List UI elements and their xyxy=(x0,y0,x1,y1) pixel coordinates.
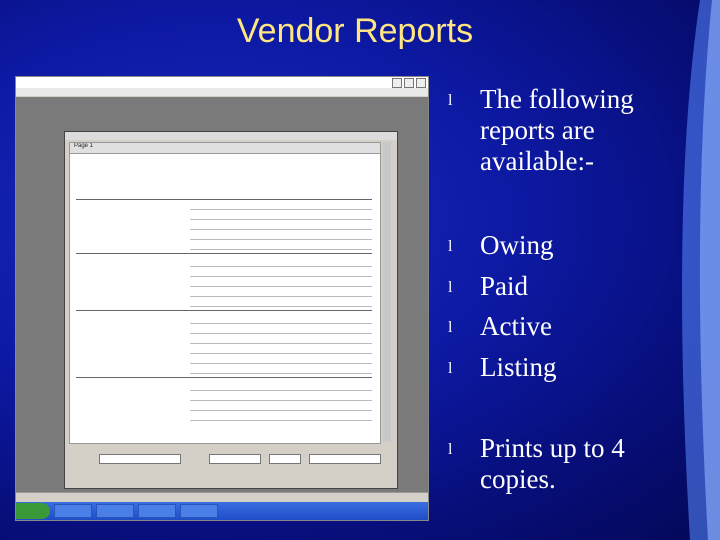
close-icon xyxy=(416,77,426,88)
report-controls xyxy=(69,444,391,484)
bullet-icon: l xyxy=(448,279,453,296)
taskbar-item[interactable] xyxy=(138,504,176,518)
table-row xyxy=(190,240,372,250)
page-indicator: Page 1 xyxy=(70,143,380,154)
bullet-text: Active xyxy=(480,311,552,341)
table-row xyxy=(190,287,372,297)
table-row xyxy=(190,200,372,210)
report-table-header xyxy=(76,191,372,200)
status-bar xyxy=(16,492,428,502)
table-row xyxy=(190,411,372,421)
bullet-icon: l xyxy=(448,360,453,377)
app-workspace: Page 1 xyxy=(16,97,428,492)
group-separator xyxy=(76,253,372,254)
table-row xyxy=(190,364,372,374)
bullet-item: l Prints up to 4 copies. xyxy=(448,433,698,495)
report-group-3 xyxy=(76,314,372,374)
group-separator xyxy=(76,310,372,311)
vendor-select[interactable] xyxy=(99,454,181,464)
taskbar xyxy=(16,502,428,520)
bullet-item: l The following reports are available:- xyxy=(448,84,698,177)
bullet-item: l Paid xyxy=(448,271,528,302)
vendor-report-screenshot: Page 1 xyxy=(15,76,429,521)
maximize-icon xyxy=(404,77,414,88)
report-page: Page 1 xyxy=(69,142,381,444)
report-table xyxy=(76,191,372,421)
bullet-item: l Active xyxy=(448,311,552,342)
table-row xyxy=(190,401,372,411)
table-row xyxy=(190,267,372,277)
bullet-icon: l xyxy=(448,441,453,458)
table-row xyxy=(190,354,372,364)
table-row xyxy=(190,297,372,307)
report-group-4 xyxy=(76,381,372,421)
bullet-text: Owing xyxy=(480,230,554,260)
table-row xyxy=(190,210,372,220)
bullet-icon: l xyxy=(448,238,453,255)
bullet-text: Listing xyxy=(480,352,557,382)
taskbar-item[interactable] xyxy=(54,504,92,518)
taskbar-item[interactable] xyxy=(96,504,134,518)
report-group-2 xyxy=(76,257,372,307)
table-row xyxy=(190,257,372,267)
start-button[interactable] xyxy=(16,503,50,519)
table-row xyxy=(190,334,372,344)
menu-bar xyxy=(16,88,428,96)
bullet-item: l Owing xyxy=(448,230,554,261)
group-separator xyxy=(76,377,372,378)
range-slider[interactable] xyxy=(209,454,261,464)
bullet-text: Prints up to 4 copies. xyxy=(480,433,625,494)
table-row xyxy=(190,381,372,391)
table-row xyxy=(190,324,372,334)
window-buttons xyxy=(392,77,426,88)
report-scrollbar[interactable] xyxy=(383,142,391,442)
report-header-lines xyxy=(70,160,380,167)
copies-field[interactable] xyxy=(269,454,301,464)
bullet-text: The following reports are available:- xyxy=(480,84,634,176)
slide-title: Vendor Reports xyxy=(236,12,474,50)
table-row xyxy=(190,344,372,354)
table-row xyxy=(190,230,372,240)
table-row xyxy=(190,220,372,230)
bullet-item: l Listing xyxy=(448,352,557,383)
print-buttons[interactable] xyxy=(309,454,381,464)
bullet-text: Paid xyxy=(480,271,529,301)
table-row xyxy=(190,277,372,287)
window-titlebar xyxy=(16,77,428,88)
report-preview-dialog: Page 1 xyxy=(64,131,398,489)
taskbar-item[interactable] xyxy=(180,504,218,518)
dialog-titlebar xyxy=(65,132,397,140)
report-group-1 xyxy=(76,200,372,250)
minimize-icon xyxy=(392,77,402,88)
bullet-icon: l xyxy=(448,319,453,336)
table-row xyxy=(190,314,372,324)
bullet-icon: l xyxy=(448,92,453,109)
table-row xyxy=(190,391,372,401)
